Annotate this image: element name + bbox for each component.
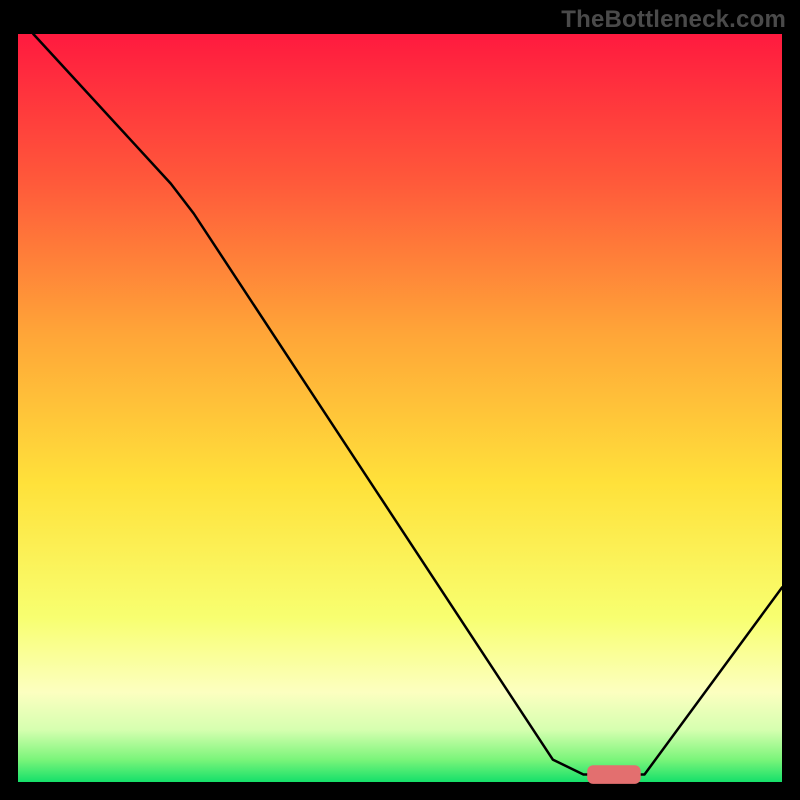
watermark-text: TheBottleneck.com — [561, 6, 786, 34]
optimal-marker — [587, 765, 641, 784]
plot-background — [18, 34, 782, 782]
bottleneck-chart — [0, 0, 800, 800]
